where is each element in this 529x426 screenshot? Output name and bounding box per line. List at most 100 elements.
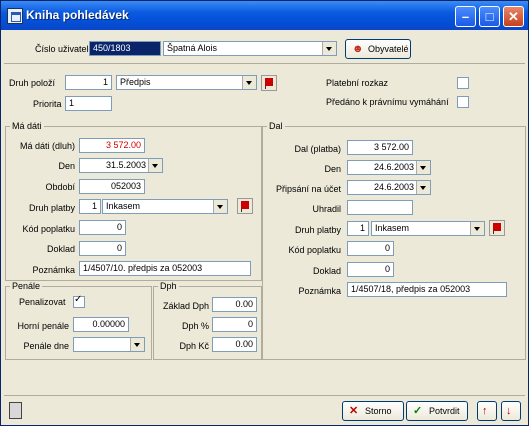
madati-druh-select[interactable]: Inkasem — [102, 199, 228, 214]
madati-den-select[interactable]: 31.5.2003 — [79, 158, 163, 173]
check-icon: ✓ — [413, 405, 423, 417]
uhradil-label: Uhradil — [312, 204, 341, 214]
potvrdit-button[interactable]: ✓ Potvrdit — [406, 401, 468, 421]
obdobi-input[interactable]: 052003 — [79, 179, 145, 194]
penale-dne-select[interactable] — [73, 337, 145, 352]
penale-title: Penále — [10, 281, 43, 291]
chevron-down-icon — [242, 76, 256, 89]
separator — [4, 63, 525, 64]
madati-den-value: 31.5.2003 — [105, 160, 146, 170]
chevron-down-icon — [322, 42, 336, 55]
obyvatele-button[interactable]: ☻ Obyvatelé — [345, 39, 411, 59]
dal-poznamka-input[interactable]: 1/4507/18, předpis za 052003 — [347, 282, 507, 297]
move-down-button[interactable]: ↓ — [501, 401, 521, 421]
dal-poznamka-label: Poznámka — [298, 286, 341, 296]
dal-flag-button[interactable] — [489, 220, 505, 236]
penalizovat-label: Penalizovat — [19, 297, 66, 307]
druh-polozky-select[interactable]: Předpis — [116, 75, 257, 90]
platebni-rozkaz-label: Platební rozkaz — [326, 78, 389, 88]
predano-label: Předáno k právnímu vymáhání — [326, 97, 449, 107]
horni-penale-label: Horní penále — [17, 321, 69, 331]
platebni-rozkaz-checkbox[interactable] — [457, 77, 469, 89]
obyvatele-label: Obyvatelé — [368, 44, 409, 54]
madati-flag-button[interactable] — [237, 198, 253, 214]
chevron-down-icon — [470, 222, 484, 235]
pripsani-label: Připsání na účet — [275, 184, 341, 194]
madati-doklad-input[interactable]: 0 — [79, 241, 126, 256]
madati-label: Má dáti (dluh) — [19, 141, 75, 151]
dal-druh-num[interactable]: 1 — [347, 221, 369, 236]
uzivatel-value: Špatná Alois — [167, 43, 218, 53]
madati-kod-input[interactable]: 0 — [79, 220, 126, 235]
flag-button[interactable] — [261, 75, 277, 91]
dal-kod-input[interactable]: 0 — [347, 241, 394, 256]
uzivatel-select[interactable]: Špatná Alois — [163, 41, 337, 56]
chevron-down-icon — [416, 161, 430, 174]
dal-doklad-input[interactable]: 0 — [347, 262, 394, 277]
zaklad-dph-input[interactable]: 0.00 — [212, 297, 257, 312]
horni-penale-input[interactable]: 0.00000 — [73, 317, 129, 332]
dal-kod-label: Kód poplatku — [288, 245, 341, 255]
pripsani-select[interactable]: 24.6.2003 — [347, 180, 431, 195]
zaklad-dph-label: Základ Dph — [162, 301, 209, 311]
storno-label: Storno — [365, 406, 392, 416]
madati-poznamka-input[interactable]: 1/4507/10. předpis za 052003 — [79, 261, 251, 276]
dal-den-select[interactable]: 24.6.2003 — [347, 160, 431, 175]
penale-dne-label: Penále dne — [23, 341, 69, 351]
minimize-button[interactable]: – — [455, 6, 476, 27]
dal-doklad-label: Doklad — [312, 266, 341, 276]
dal-title: Dal — [267, 121, 285, 131]
madati-poznamka-label: Poznámka — [32, 265, 75, 275]
cislo-input[interactable]: 450/1803 — [89, 41, 161, 56]
obdobi-label: Období — [45, 182, 75, 192]
dal-label: Dal (platba) — [294, 144, 341, 154]
uhradil-input[interactable] — [347, 200, 413, 215]
dal-den-value: 24.6.2003 — [373, 162, 414, 172]
dph-title: Dph — [158, 281, 179, 291]
window-title: Kniha pohledávek — [26, 8, 129, 22]
penalizovat-checkbox[interactable] — [73, 294, 85, 308]
close-button[interactable]: ✕ — [503, 6, 524, 27]
druh-polozky-label: Druh položí — [9, 78, 56, 88]
chevron-down-icon — [130, 338, 144, 351]
dal-druh-select[interactable]: Inkasem — [371, 221, 485, 236]
madati-druh-num[interactable]: 1 — [79, 199, 101, 214]
madati-druh-label: Druh platby — [28, 203, 75, 213]
predano-checkbox[interactable] — [457, 96, 469, 108]
calculator-icon[interactable] — [9, 402, 22, 419]
priorita-input[interactable]: 1 — [65, 96, 112, 111]
maximize-button[interactable]: □ — [479, 6, 500, 27]
potvrdit-label: Potvrdit — [429, 406, 460, 416]
cislo-label: Číslo uživatele — [35, 44, 94, 54]
pripsani-value: 24.6.2003 — [373, 182, 414, 192]
dph-pct-label: Dph % — [181, 321, 209, 331]
druh-num-input[interactable]: 1 — [65, 75, 112, 90]
madati-title: Má dáti — [10, 121, 44, 131]
druh-polozky-value: Předpis — [120, 77, 151, 87]
dal-druh-value: Inkasem — [375, 223, 410, 233]
chevron-down-icon — [213, 200, 227, 213]
people-icon: ☻ — [352, 43, 364, 55]
dal-den-label: Den — [324, 164, 341, 174]
dph-kc-label: Dph Kč — [179, 341, 209, 351]
madati-input[interactable]: 3 572.00 — [79, 138, 145, 153]
madati-doklad-label: Doklad — [46, 244, 75, 254]
move-up-button[interactable]: ↑ — [477, 401, 497, 421]
dal-input[interactable]: 3 572.00 — [347, 140, 413, 155]
chevron-down-icon — [148, 159, 162, 172]
arrow-down-icon: ↓ — [506, 405, 512, 417]
app-icon — [7, 8, 23, 24]
title-bar[interactable]: Kniha pohledávek – □ ✕ — [1, 1, 528, 30]
storno-button[interactable]: ✕ Storno — [342, 401, 404, 421]
priorita-label: Priorita — [33, 99, 62, 109]
footer-separator — [4, 395, 525, 396]
arrow-up-icon: ↑ — [482, 405, 488, 417]
madati-druh-value: Inkasem — [106, 201, 141, 211]
window: Kniha pohledávek – □ ✕ Číslo uživatele 4… — [0, 0, 529, 426]
madati-kod-label: Kód poplatku — [22, 224, 75, 234]
dal-druh-label: Druh platby — [294, 225, 341, 235]
dph-pct-input[interactable]: 0 — [212, 317, 257, 332]
chevron-down-icon — [416, 181, 430, 194]
madati-den-label: Den — [58, 161, 75, 171]
dph-kc-input[interactable]: 0.00 — [212, 337, 257, 352]
